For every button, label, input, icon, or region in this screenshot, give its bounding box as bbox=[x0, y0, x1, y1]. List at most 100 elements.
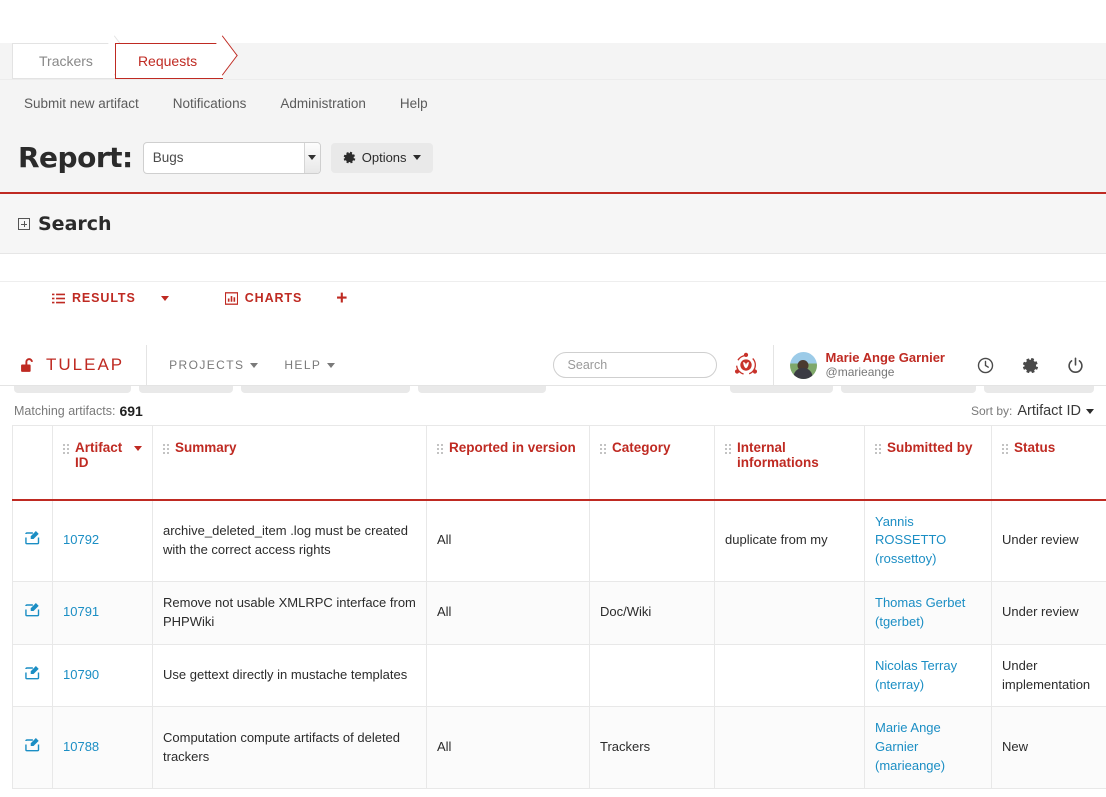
row-category bbox=[590, 644, 715, 707]
tab-results-label: RESULTS bbox=[72, 291, 136, 305]
column-header-submitted-by[interactable]: Submitted by bbox=[865, 426, 992, 500]
user-name: Marie Ange Garnier bbox=[826, 351, 945, 366]
drag-grip-icon[interactable] bbox=[875, 444, 881, 454]
search-section-label: Search bbox=[38, 213, 112, 235]
table-header-row: Artifact ID Summary Reported in version bbox=[13, 426, 1106, 500]
artifact-id-link[interactable]: 10792 bbox=[63, 532, 99, 547]
artifacts-table-wrapper: Artifact ID Summary Reported in version bbox=[0, 425, 1106, 789]
tab-charts[interactable]: CHARTS bbox=[225, 291, 308, 305]
nav-help[interactable]: HELP bbox=[284, 358, 335, 372]
artifact-id-link[interactable]: 10788 bbox=[63, 739, 99, 754]
row-edit-cell[interactable] bbox=[13, 582, 53, 645]
drag-grip-icon[interactable] bbox=[437, 444, 443, 454]
drag-grip-icon[interactable] bbox=[600, 444, 606, 454]
submitter-link[interactable]: Thomas Gerbet (tgerbet) bbox=[875, 595, 965, 629]
row-edit-cell[interactable] bbox=[13, 707, 53, 789]
row-edit-cell[interactable] bbox=[13, 500, 53, 582]
column-header-reported-in-version[interactable]: Reported in version bbox=[427, 426, 590, 500]
options-button-label: Options bbox=[362, 150, 407, 165]
main-navbar: TULEAP PROJECTS HELP bbox=[0, 345, 1106, 386]
row-internal bbox=[715, 582, 865, 645]
row-version: All bbox=[427, 582, 590, 645]
service-nav-help[interactable]: Help bbox=[400, 96, 428, 111]
table-row: 10791 Remove not usable XMLRPC interface… bbox=[13, 582, 1106, 645]
view-tabs: RESULTS CHARTS + bbox=[0, 282, 1106, 314]
brand-label: TULEAP bbox=[46, 355, 124, 375]
gear-icon bbox=[343, 151, 356, 164]
tab-results[interactable]: RESULTS bbox=[52, 291, 175, 305]
drag-grip-icon[interactable] bbox=[1002, 444, 1008, 454]
row-category: Trackers bbox=[590, 707, 715, 789]
report-select-wrapper: Bugs bbox=[143, 142, 321, 174]
edit-icon[interactable] bbox=[25, 665, 40, 680]
clock-icon[interactable] bbox=[977, 357, 994, 374]
navbar-links: PROJECTS HELP bbox=[147, 358, 335, 372]
submitter-link[interactable]: Marie Ange Garnier (marieange) bbox=[875, 720, 945, 773]
artifact-id-link[interactable]: 10791 bbox=[63, 604, 99, 619]
row-category bbox=[590, 500, 715, 582]
service-nav-administration[interactable]: Administration bbox=[280, 96, 366, 111]
submitter-link[interactable]: Nicolas Terray (nterray) bbox=[875, 658, 957, 692]
breadcrumb: Trackers Requests bbox=[12, 43, 1106, 79]
nav-help-label: HELP bbox=[284, 358, 321, 372]
add-view-button[interactable]: + bbox=[336, 289, 347, 308]
row-summary: Remove not usable XMLRPC interface from … bbox=[153, 582, 427, 645]
row-version: All bbox=[427, 707, 590, 789]
row-submitter: Yannis ROSSETTO (rossettoy) bbox=[865, 500, 992, 582]
search-accordion[interactable]: Search bbox=[0, 194, 1106, 254]
tab-charts-label: CHARTS bbox=[245, 291, 302, 305]
sort-by[interactable]: Sort by: Artifact ID bbox=[971, 403, 1094, 419]
column-header-status[interactable]: Status bbox=[992, 426, 1106, 500]
column-header-artifact-id-label: Artifact ID bbox=[75, 440, 125, 470]
edit-icon[interactable] bbox=[25, 602, 40, 617]
caret-down-icon[interactable] bbox=[134, 446, 142, 451]
breadcrumb-item-requests[interactable]: Requests bbox=[115, 43, 223, 79]
column-header-internal-informations[interactable]: Internal informations bbox=[715, 426, 865, 500]
column-header-internal-informations-label: Internal informations bbox=[737, 440, 854, 470]
expand-plus-icon[interactable] bbox=[18, 218, 30, 230]
report-bar: Report: Bugs Options bbox=[0, 127, 1106, 194]
column-header-submitted-by-label: Submitted by bbox=[887, 440, 973, 455]
power-icon[interactable] bbox=[1067, 357, 1084, 374]
page-title: Report: bbox=[18, 141, 133, 174]
artifact-id-link[interactable]: 10790 bbox=[63, 667, 99, 682]
service-nav-notifications[interactable]: Notifications bbox=[173, 96, 247, 111]
column-header-category[interactable]: Category bbox=[590, 426, 715, 500]
table-row: 10792 archive_deleted_item .log must be … bbox=[13, 500, 1106, 582]
edit-icon[interactable] bbox=[25, 737, 40, 752]
row-edit-cell[interactable] bbox=[13, 644, 53, 707]
edit-icon[interactable] bbox=[25, 530, 40, 545]
content-gap bbox=[0, 254, 1106, 282]
sort-by-label: Sort by: bbox=[971, 404, 1012, 418]
row-artifact-id: 10788 bbox=[53, 707, 153, 789]
breadcrumb-item-trackers[interactable]: Trackers bbox=[12, 43, 115, 79]
row-summary: Computation compute artifacts of deleted… bbox=[153, 707, 427, 789]
row-submitter: Marie Ange Garnier (marieange) bbox=[865, 707, 992, 789]
matching-artifacts-label: Matching artifacts: bbox=[14, 404, 115, 418]
row-version bbox=[427, 644, 590, 707]
row-internal bbox=[715, 707, 865, 789]
caret-down-icon[interactable] bbox=[161, 296, 169, 301]
submitter-link[interactable]: Yannis ROSSETTO (rossettoy) bbox=[875, 514, 946, 567]
brand-logo[interactable]: TULEAP bbox=[0, 345, 147, 385]
project-header: Trackers Requests Submit new artifact No… bbox=[0, 43, 1106, 194]
nav-projects[interactable]: PROJECTS bbox=[169, 358, 258, 372]
drag-grip-icon[interactable] bbox=[725, 444, 731, 454]
list-icon bbox=[52, 292, 65, 305]
row-summary: Use gettext directly in mustache templat… bbox=[153, 644, 427, 707]
service-nav: Submit new artifact Notifications Admini… bbox=[0, 79, 1106, 127]
column-header-summary[interactable]: Summary bbox=[153, 426, 427, 500]
tuleap-project-logo-icon[interactable] bbox=[733, 352, 759, 378]
report-select[interactable]: Bugs bbox=[143, 142, 321, 174]
column-header-artifact-id[interactable]: Artifact ID bbox=[53, 426, 153, 500]
user-block[interactable]: Marie Ange Garnier @marieange bbox=[773, 345, 959, 385]
row-artifact-id: 10790 bbox=[53, 644, 153, 707]
service-nav-submit-new-artifact[interactable]: Submit new artifact bbox=[24, 96, 139, 111]
options-button[interactable]: Options bbox=[331, 143, 433, 173]
gear-icon[interactable] bbox=[1022, 357, 1039, 374]
drag-grip-icon[interactable] bbox=[63, 444, 69, 454]
row-status: Under review bbox=[992, 582, 1106, 645]
drag-grip-icon[interactable] bbox=[163, 444, 169, 454]
search-input[interactable] bbox=[553, 352, 717, 378]
table-row: 10788 Computation compute artifacts of d… bbox=[13, 707, 1106, 789]
